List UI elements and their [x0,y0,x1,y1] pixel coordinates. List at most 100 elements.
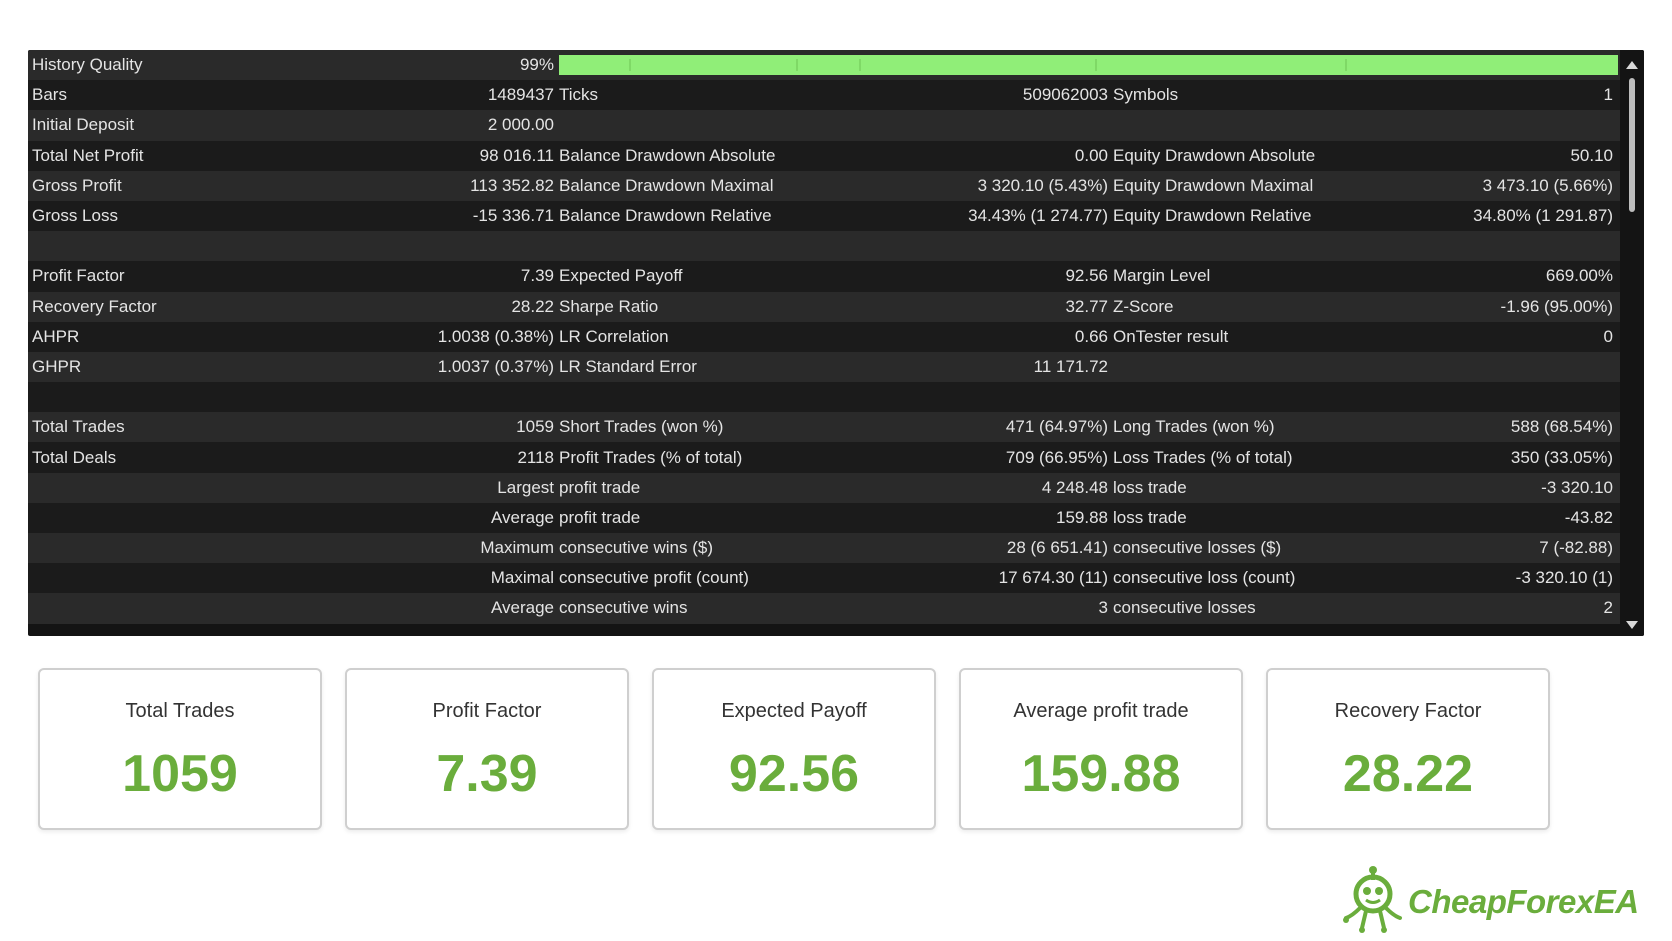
history-quality-value: 99% [519,55,554,75]
metric-label: LR Standard Error [559,356,697,376]
metric-value: 50.10 [1570,145,1613,165]
metric-value: 28.22 [511,296,554,316]
metric-label: Margin Level [1113,266,1211,286]
metric-label: Long Trades (won %) [1113,417,1275,437]
report-row [28,382,1620,413]
metric-value: 1.0037 (0.37%) [437,356,554,376]
report-row: Total Deals 2118 Profit Trades (% of total… [28,442,1620,473]
metric-value: 11 171.72 [1033,356,1108,376]
metric-value: Average [490,507,554,527]
metric-value: 588 (68.54%) [1510,417,1613,437]
history-quality-bar [559,55,1618,75]
metric-label: Profit Trades (% of total) [559,447,743,467]
card-value: 1059 [122,745,238,803]
robot-mascot-icon [1343,866,1402,933]
summary-card: Profit Factor 7.39 [345,668,629,830]
metric-label: consecutive losses [1113,598,1256,618]
metric-value: 3 473.10 (5.66%) [1482,175,1613,195]
metric-value: 32.77 [1065,296,1108,316]
metric-label: Equity Drawdown Maximal [1113,175,1314,195]
metric-label: Loss Trades (% of total) [1113,447,1293,467]
metric-label: Recovery Factor [32,296,157,316]
report-scrollbar[interactable] [1620,50,1644,636]
brand-name: CheapForexEA [1408,883,1639,920]
metric-value: 509062003 [1022,85,1108,105]
metric-value: 7.39 [520,266,554,286]
report-row: GHPR 1.0037 (0.37%) LR Standard Error 11 17… [28,351,1620,383]
metric-label: Sharpe Ratio [559,296,659,316]
metric-value: 471 (64.97%) [1005,417,1108,437]
report-row: AHPR 1.0038 (0.38%) LR Correlation 0.66 OnTe… [28,321,1620,352]
quality-bar-tick [1095,59,1097,71]
metric-value: 350 (33.05%) [1510,447,1613,467]
metric-value: Maximal [490,568,554,588]
quality-bar-tick [796,59,798,71]
report-row: Maximal consecutive profit (count) 17 674.… [28,563,1620,594]
summary-card: Recovery Factor 28.22 [1266,668,1550,830]
metric-label: Short Trades (won %) [559,417,724,437]
metric-value: Average [490,598,554,618]
report-row: Average profit trade 159.88 loss trade -43.8… [28,502,1620,533]
brand-logo: CheapForexEA [1338,864,1656,934]
metric-label: Initial Deposit [32,115,135,135]
card-label: Expected Payoff [721,700,867,722]
metric-label: profit trade [559,507,641,527]
metric-value: 92.56 [1065,266,1108,286]
report-row: Largest profit trade 4 248.48 loss trade -3 … [28,472,1620,503]
report-row: Total Trades 1059 Short Trades (won %) 471 … [28,412,1620,443]
metric-value: 1489437 [487,85,554,105]
metric-label: loss trade [1113,507,1187,527]
metric-label: Balance Drawdown Relative [559,206,772,226]
report-row: Gross Profit 113 352.82 Balance Drawdown M… [28,170,1620,201]
metric-label: OnTester result [1113,326,1229,346]
metric-label: Profit Factor [32,266,125,286]
report-row: Bars 1489437 Ticks 509062003 Symbols 1 [28,80,1620,111]
metric-label: Expected Payoff [559,266,683,286]
metric-value: Maximum [480,538,554,558]
report-row: Recovery Factor 28.22 Sharpe Ratio 32.77 Z-S… [28,291,1620,322]
history-quality-label: History Quality [32,55,143,75]
quality-bar-tick [859,59,861,71]
metric-value: 0 [1603,326,1613,346]
metric-value: 4 248.48 [1041,477,1108,497]
metric-label: Gross Profit [32,175,122,195]
scroll-up-arrow-icon[interactable] [1626,61,1638,69]
report-row [28,231,1620,262]
metric-label: Total Trades [32,417,125,437]
metric-value: 669.00% [1545,266,1613,286]
report-row: Initial Deposit 2 000.00 [28,110,1620,141]
report-row: Average consecutive wins 3 consecutive loss… [28,593,1620,624]
summary-card: Average profit trade 159.88 [959,668,1243,830]
summary-card: Expected Payoff 92.56 [652,668,936,830]
metric-value: -3 320.10 [1541,477,1613,497]
metric-value: 1059 [516,417,554,437]
metric-value: 3 [1098,598,1108,618]
summary-card: Total Trades 1059 [38,668,322,830]
report-row: Profit Factor 7.39 Expected Payoff 92.56 Mar… [28,261,1620,292]
history-quality-row: History Quality 99% [28,50,1620,81]
metric-value: 28 (6 651.41) [1006,538,1108,558]
card-value: 28.22 [1342,745,1474,803]
metric-label: consecutive wins ($) [559,538,714,558]
metric-label: Equity Drawdown Relative [1113,206,1312,226]
metric-value: 17 674.30 (11) [998,568,1108,588]
metric-label: Symbols [1113,85,1179,105]
metric-label: GHPR [32,356,82,376]
metric-label: consecutive wins [559,598,688,618]
metric-label: Gross Loss [32,206,118,226]
metric-label: Balance Drawdown Maximal [559,175,774,195]
metric-value: 1 [1603,85,1613,105]
scroll-down-arrow-icon[interactable] [1626,621,1638,629]
metric-value: 34.80% (1 291.87) [1473,206,1613,226]
metric-label: Balance Drawdown Absolute [559,145,776,165]
quality-bar-tick [1345,59,1347,71]
metric-value: 34.43% (1 274.77) [968,206,1108,226]
metric-value: 709 (66.95%) [1005,447,1108,467]
metric-value: 7 (-82.88) [1539,538,1613,558]
card-label: Average profit trade [1013,700,1189,722]
quality-bar-tick [629,59,631,71]
metric-label: Bars [32,85,67,105]
scroll-thumb[interactable] [1629,78,1635,212]
card-value: 92.56 [728,745,860,803]
metric-value: -43.82 [1564,507,1613,527]
